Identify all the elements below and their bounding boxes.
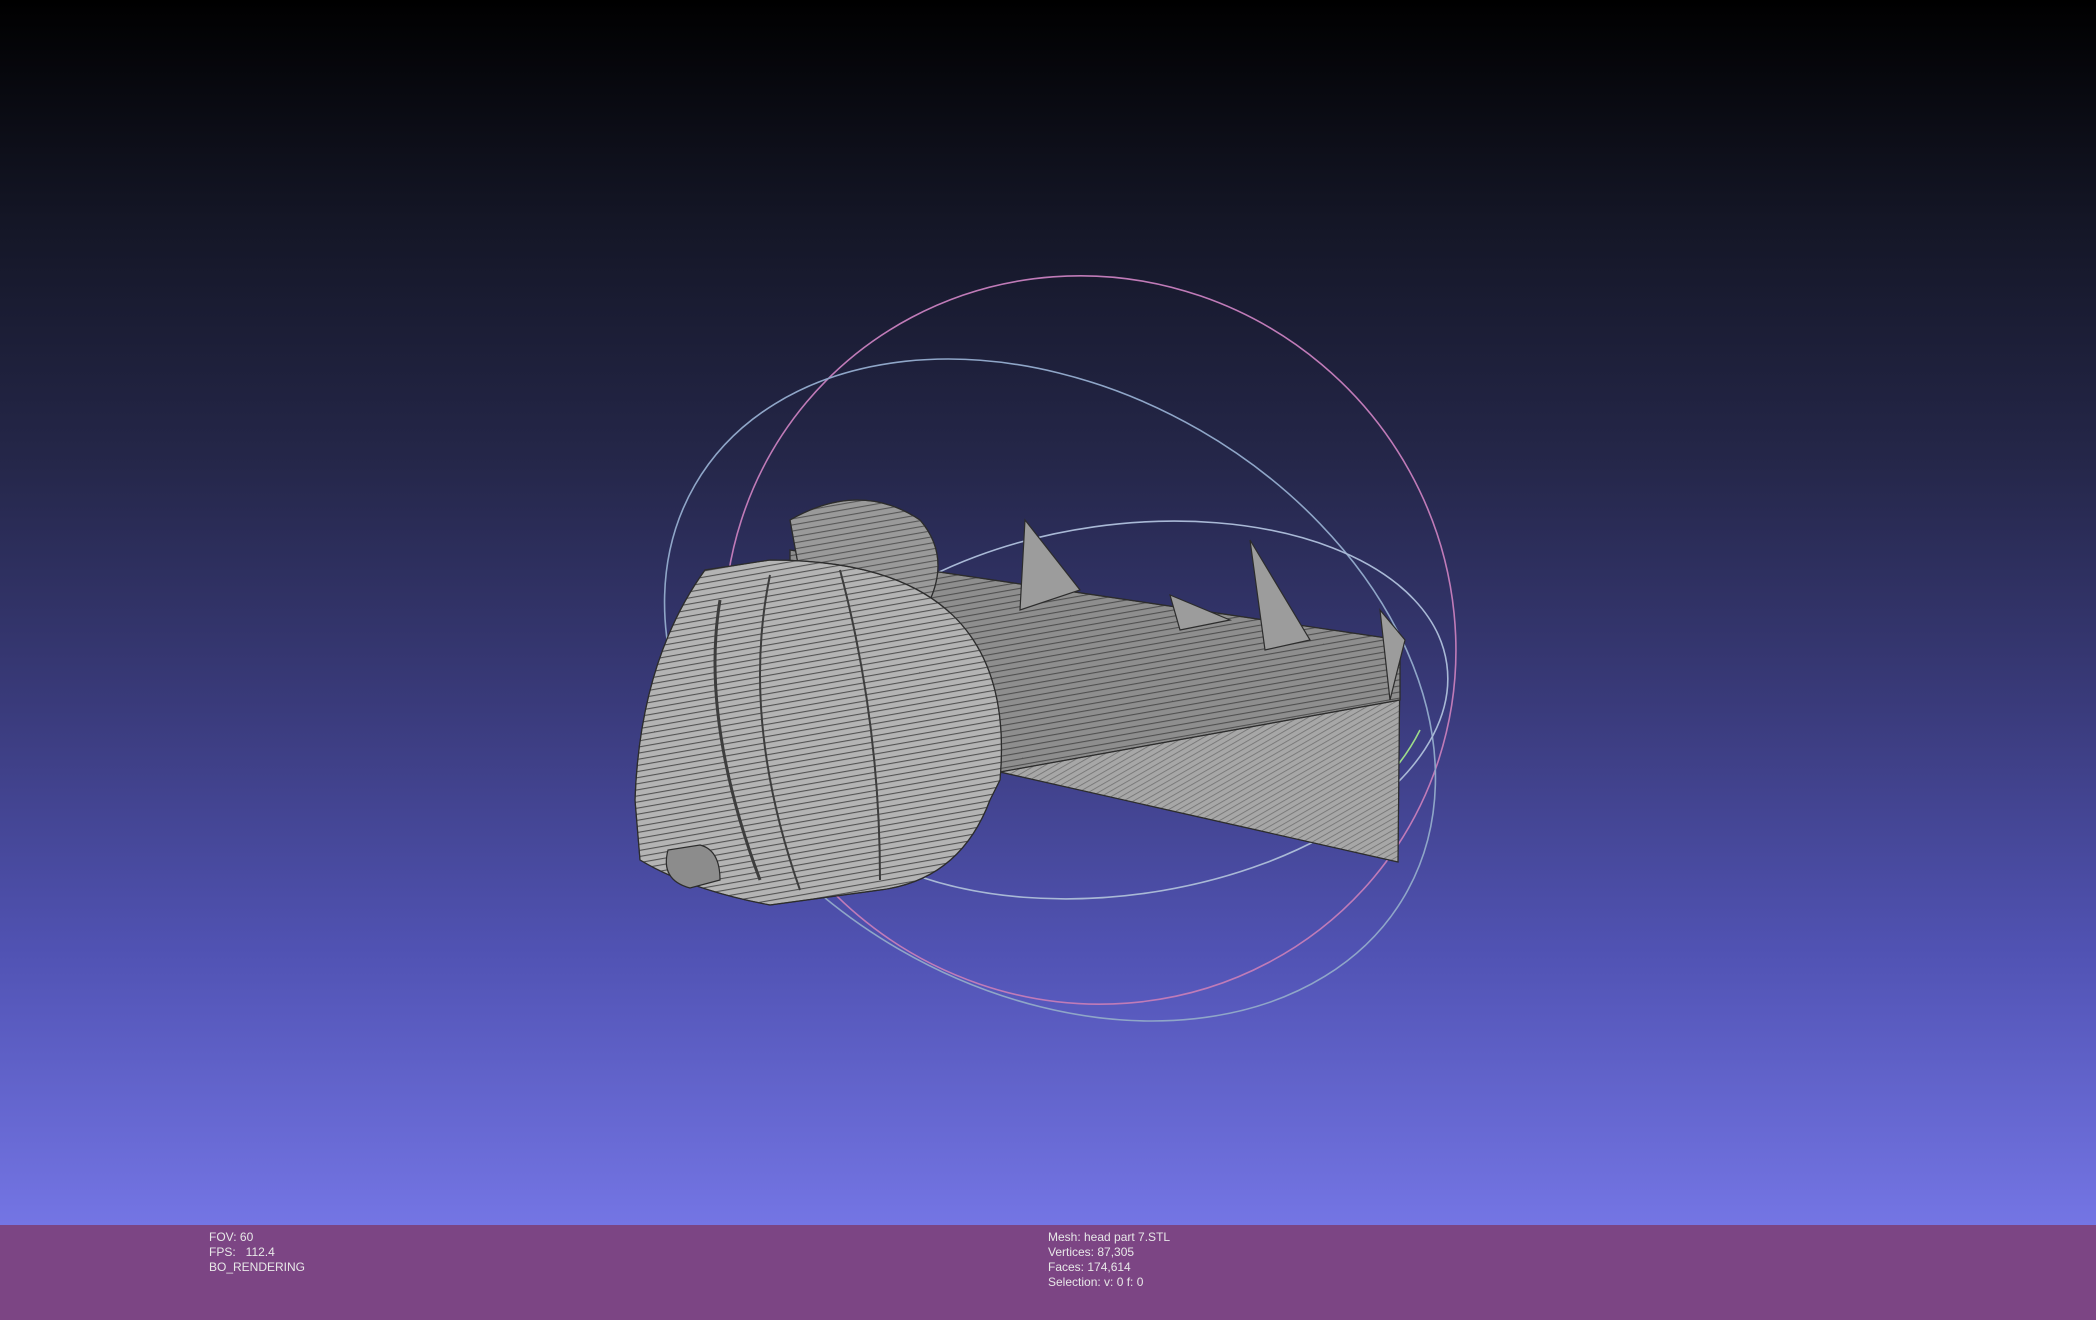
render-mode-readout: BO_RENDERING [209, 1260, 306, 1274]
render-info: FOV: 60 FPS: 112.4 BO_RENDERING [209, 1230, 305, 1275]
status-bar: FOV: 60 FPS: 112.4 BO_RENDERING Mesh: he… [0, 1225, 2096, 1320]
fov-readout: FOV: 60 [209, 1230, 254, 1244]
mesh-name-readout: Mesh: head part 7.STL [1048, 1230, 1171, 1244]
fps-readout: FPS: 112.4 [209, 1245, 275, 1259]
mesh-nub [665, 844, 721, 889]
mesh-scene[interactable] [0, 0, 2096, 1225]
vertices-readout: Vertices: 87,305 [1048, 1245, 1135, 1259]
mesh-model[interactable] [634, 499, 1406, 906]
selection-readout: Selection: v: 0 f: 0 [1048, 1275, 1144, 1289]
mesh-info: Mesh: head part 7.STL Vertices: 87,305 F… [1048, 1230, 1170, 1290]
3d-viewport[interactable] [0, 0, 2096, 1225]
faces-readout: Faces: 174,614 [1048, 1260, 1131, 1274]
